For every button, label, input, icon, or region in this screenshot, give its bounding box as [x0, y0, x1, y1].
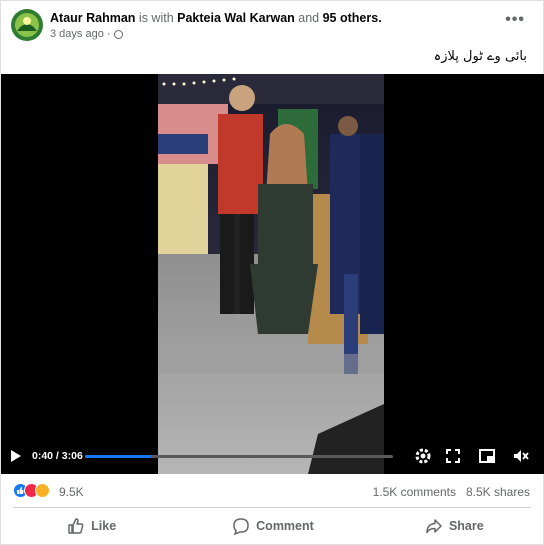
- meta-separator: ·: [106, 28, 111, 40]
- video-controls-bar: 0:40 / 3:06: [1, 438, 544, 474]
- reactions-row: 9.5K 1.5K comments 8.5K shares: [1, 476, 544, 506]
- post-caption: بائی وے ٹول پلازہ: [433, 49, 527, 64]
- video-frame: [158, 74, 384, 474]
- sad-icon: [35, 483, 50, 498]
- more-options-button[interactable]: •••: [505, 12, 525, 28]
- picture-in-picture-icon[interactable]: [478, 447, 496, 465]
- settings-icon[interactable]: [414, 447, 432, 465]
- others-link[interactable]: 95 others.: [323, 11, 382, 25]
- comment-button[interactable]: Comment: [182, 508, 363, 544]
- play-icon[interactable]: [11, 450, 21, 462]
- share-icon: [426, 519, 442, 534]
- comment-label: Comment: [256, 519, 314, 533]
- comment-icon: [233, 518, 249, 535]
- like-button[interactable]: Like: [1, 508, 182, 544]
- post-header: Ataur Rahman is with Pakteia Wal Karwan …: [1, 1, 544, 45]
- thumbs-up-icon: [68, 518, 84, 534]
- volume-muted-icon[interactable]: [512, 447, 530, 465]
- video-progress-fill: [85, 455, 152, 458]
- comment-count[interactable]: 1.5K comments: [373, 485, 456, 499]
- post-card: Ataur Rahman is with Pakteia Wal Karwan …: [0, 0, 544, 545]
- share-button[interactable]: Share: [364, 508, 544, 544]
- share-label: Share: [448, 519, 484, 533]
- video-progress-bar[interactable]: [85, 455, 393, 458]
- reaction-count[interactable]: 9.5K: [59, 485, 84, 499]
- post-stats: 1.5K comments 8.5K shares: [373, 485, 530, 499]
- author-name[interactable]: Ataur Rahman: [50, 11, 135, 25]
- reaction-icons[interactable]: [13, 483, 50, 498]
- fullscreen-icon[interactable]: [444, 447, 462, 465]
- share-count[interactable]: 8.5K shares: [466, 485, 530, 499]
- action-bar: Like Comment Share: [1, 508, 544, 544]
- author-line: Ataur Rahman is with Pakteia Wal Karwan …: [50, 11, 382, 25]
- video-player[interactable]: [1, 74, 544, 474]
- and-text: and: [298, 11, 320, 25]
- with-text: is with: [138, 11, 174, 25]
- globe-icon: [113, 29, 123, 39]
- video-time: 0:40 / 3:06: [32, 450, 83, 462]
- like-label: Like: [91, 519, 117, 533]
- avatar[interactable]: [11, 9, 43, 41]
- post-meta: 3 days ago ·: [50, 28, 123, 40]
- timestamp[interactable]: 3 days ago: [50, 28, 104, 40]
- tagged-page[interactable]: Pakteia Wal Karwan: [177, 11, 295, 25]
